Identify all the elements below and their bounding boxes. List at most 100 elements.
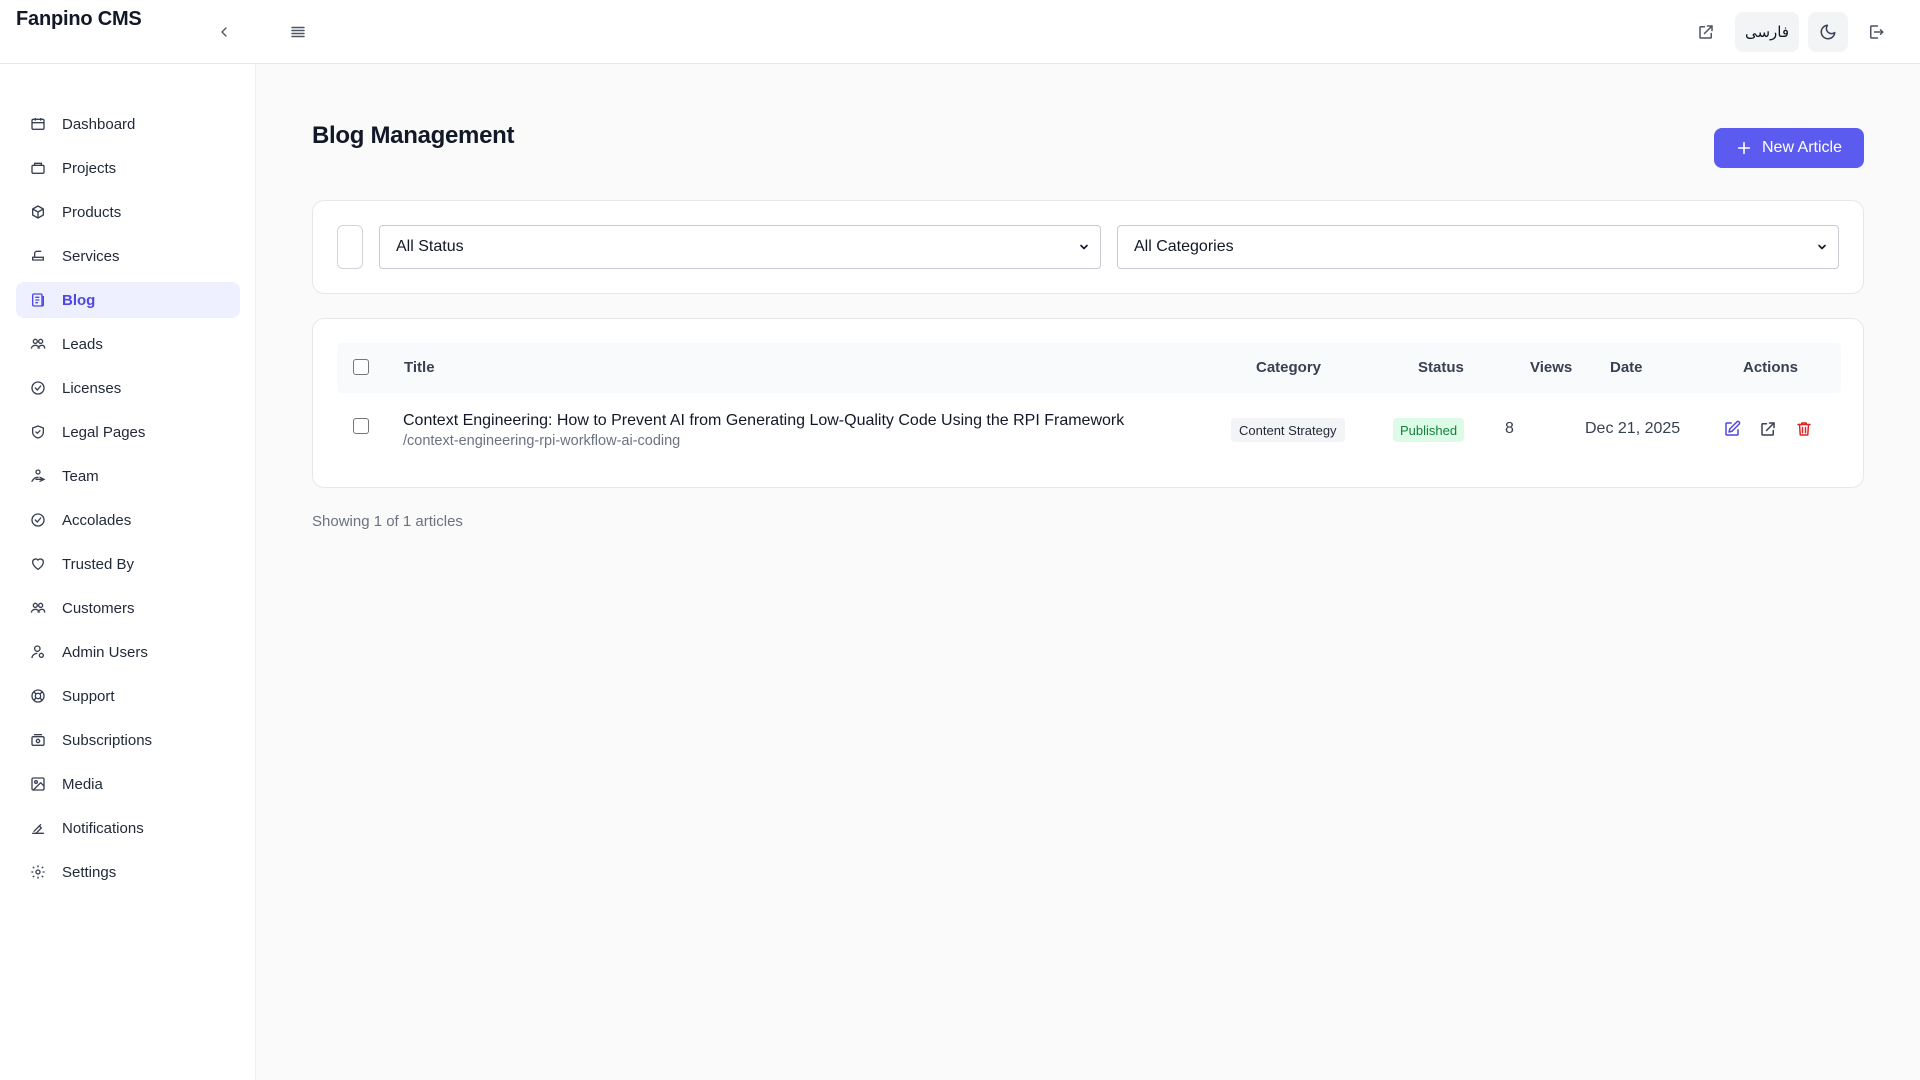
column-header-title: Title xyxy=(404,359,435,376)
sidebar-item-label: Licenses xyxy=(62,379,122,397)
logout-button[interactable] xyxy=(1860,16,1892,48)
logout-icon xyxy=(1870,25,1884,39)
leads-icon xyxy=(29,335,47,353)
sidebar-item-label: Customers xyxy=(62,599,135,617)
edit-icon xyxy=(1725,420,1741,436)
customers-icon xyxy=(29,599,47,617)
trusted-by-icon xyxy=(29,555,47,573)
licenses-icon xyxy=(29,379,47,397)
subscriptions-icon xyxy=(29,731,47,749)
sidebar-item-label: Settings xyxy=(62,863,117,881)
theme-toggle-button[interactable] xyxy=(1808,12,1848,52)
sidebar-item-support[interactable]: Support xyxy=(16,678,240,714)
sidebar-item-label: Dashboard xyxy=(62,115,136,133)
sidebar-item-label: Subscriptions xyxy=(62,731,153,749)
pagination-summary: Showing 1 of 1 articles xyxy=(312,513,463,530)
status-filter-select[interactable]: All Status xyxy=(379,225,1101,269)
language-switch-button[interactable]: فارسی xyxy=(1735,12,1799,52)
sidebar-item-accolades[interactable]: Accolades xyxy=(16,502,240,538)
page-title: Blog Management xyxy=(312,122,515,149)
sidebar-item-label: Projects xyxy=(62,159,117,177)
sidebar-item-products[interactable]: Products xyxy=(16,194,240,230)
sidebar-item-notifications[interactable]: Notifications xyxy=(16,810,240,846)
sidebar-item-blog[interactable]: Blog xyxy=(16,282,240,318)
sidebar-item-admin-users[interactable]: Admin Users xyxy=(16,634,240,670)
sidebar-item-label: Accolades xyxy=(62,511,132,529)
article-title-link[interactable]: Context Engineering: How to Prevent AI f… xyxy=(403,412,1124,430)
chevron-down-icon xyxy=(1080,244,1088,250)
top-bar: Fanpino CMS فارسی xyxy=(0,0,1920,64)
sidebar-item-media[interactable]: Media xyxy=(16,766,240,802)
filters-card: All Status All Categories xyxy=(312,200,1864,294)
sidebar-item-label: Support xyxy=(62,687,115,705)
articles-table-card: Title Category Status Views Date Actions xyxy=(312,318,1864,488)
table-header: Title Category Status Views Date Actions xyxy=(337,343,1841,393)
sidebar-item-services[interactable]: Services xyxy=(16,238,240,274)
blog-icon xyxy=(29,291,47,309)
team-icon xyxy=(29,467,47,485)
sidebar-item-customers[interactable]: Customers xyxy=(16,590,240,626)
column-header-views: Views xyxy=(1530,359,1573,376)
select-all-checkbox[interactable] xyxy=(353,359,369,375)
sidebar: Dashboard Projects Products Services Blo… xyxy=(0,64,256,1080)
sidebar-item-settings[interactable]: Settings xyxy=(16,854,240,890)
sidebar-item-legal-pages[interactable]: Legal Pages xyxy=(16,414,240,450)
media-icon xyxy=(29,775,47,793)
view-article-button[interactable] xyxy=(1757,418,1779,440)
sidebar-collapse-button[interactable] xyxy=(212,20,236,44)
sidebar-item-label: Trusted By xyxy=(62,555,134,573)
plus-icon xyxy=(1737,141,1751,155)
category-badge: Content Strategy xyxy=(1231,418,1345,442)
moon-icon xyxy=(1820,24,1836,40)
services-icon xyxy=(29,247,47,265)
menu-icon xyxy=(291,26,305,38)
new-article-button[interactable]: New Article xyxy=(1714,128,1864,168)
external-link-icon xyxy=(1699,25,1713,39)
row-select-checkbox[interactable] xyxy=(353,418,369,434)
support-icon xyxy=(29,687,47,705)
sidebar-item-label: Services xyxy=(62,247,120,265)
menu-toggle-button[interactable] xyxy=(286,20,310,44)
status-badge: Published xyxy=(1393,418,1465,442)
delete-article-button[interactable] xyxy=(1793,418,1815,440)
sidebar-item-label: Legal Pages xyxy=(62,423,146,441)
sidebar-item-projects[interactable]: Projects xyxy=(16,150,240,186)
sidebar-item-team[interactable]: Team xyxy=(16,458,240,494)
chevron-down-icon xyxy=(1818,244,1826,250)
notifications-icon xyxy=(29,819,47,837)
view-site-button[interactable] xyxy=(1690,16,1722,48)
sidebar-item-label: Admin Users xyxy=(62,643,148,661)
sidebar-item-subscriptions[interactable]: Subscriptions xyxy=(16,722,240,758)
legal-pages-icon xyxy=(29,423,47,441)
column-header-status: Status xyxy=(1418,359,1464,376)
column-header-date: Date xyxy=(1610,359,1643,376)
external-link-icon xyxy=(1761,422,1775,436)
new-article-label: New Article xyxy=(1761,139,1843,156)
sidebar-item-label: Blog xyxy=(62,291,96,309)
article-date: Dec 21, 2025 xyxy=(1585,420,1681,437)
edit-article-button[interactable] xyxy=(1721,418,1743,440)
sidebar-item-label: Products xyxy=(62,203,122,221)
views-count: 8 xyxy=(1505,420,1514,437)
products-icon xyxy=(29,203,47,221)
sidebar-item-trusted-by[interactable]: Trusted By xyxy=(16,546,240,582)
admin-users-icon xyxy=(29,643,47,661)
sidebar-item-dashboard[interactable]: Dashboard xyxy=(16,106,240,142)
column-header-actions: Actions xyxy=(1743,359,1799,376)
article-slug: /context-engineering-rpi-workflow-ai-cod… xyxy=(403,433,681,449)
sidebar-item-label: Leads xyxy=(62,335,103,353)
sidebar-item-label: Notifications xyxy=(62,819,144,837)
dashboard-icon xyxy=(29,115,47,133)
category-filter-select[interactable]: All Categories xyxy=(1117,225,1839,269)
projects-icon xyxy=(29,159,47,177)
search-input[interactable] xyxy=(337,225,363,269)
sidebar-item-leads[interactable]: Leads xyxy=(16,326,240,362)
category-filter-value: All Categories xyxy=(1134,238,1234,255)
sidebar-item-label: Media xyxy=(62,775,103,793)
sidebar-item-label: Team xyxy=(62,467,99,485)
accolades-icon xyxy=(29,511,47,529)
chevron-left-icon xyxy=(221,27,227,37)
settings-icon xyxy=(29,863,47,881)
sidebar-item-licenses[interactable]: Licenses xyxy=(16,370,240,406)
column-header-category: Category xyxy=(1256,359,1322,376)
